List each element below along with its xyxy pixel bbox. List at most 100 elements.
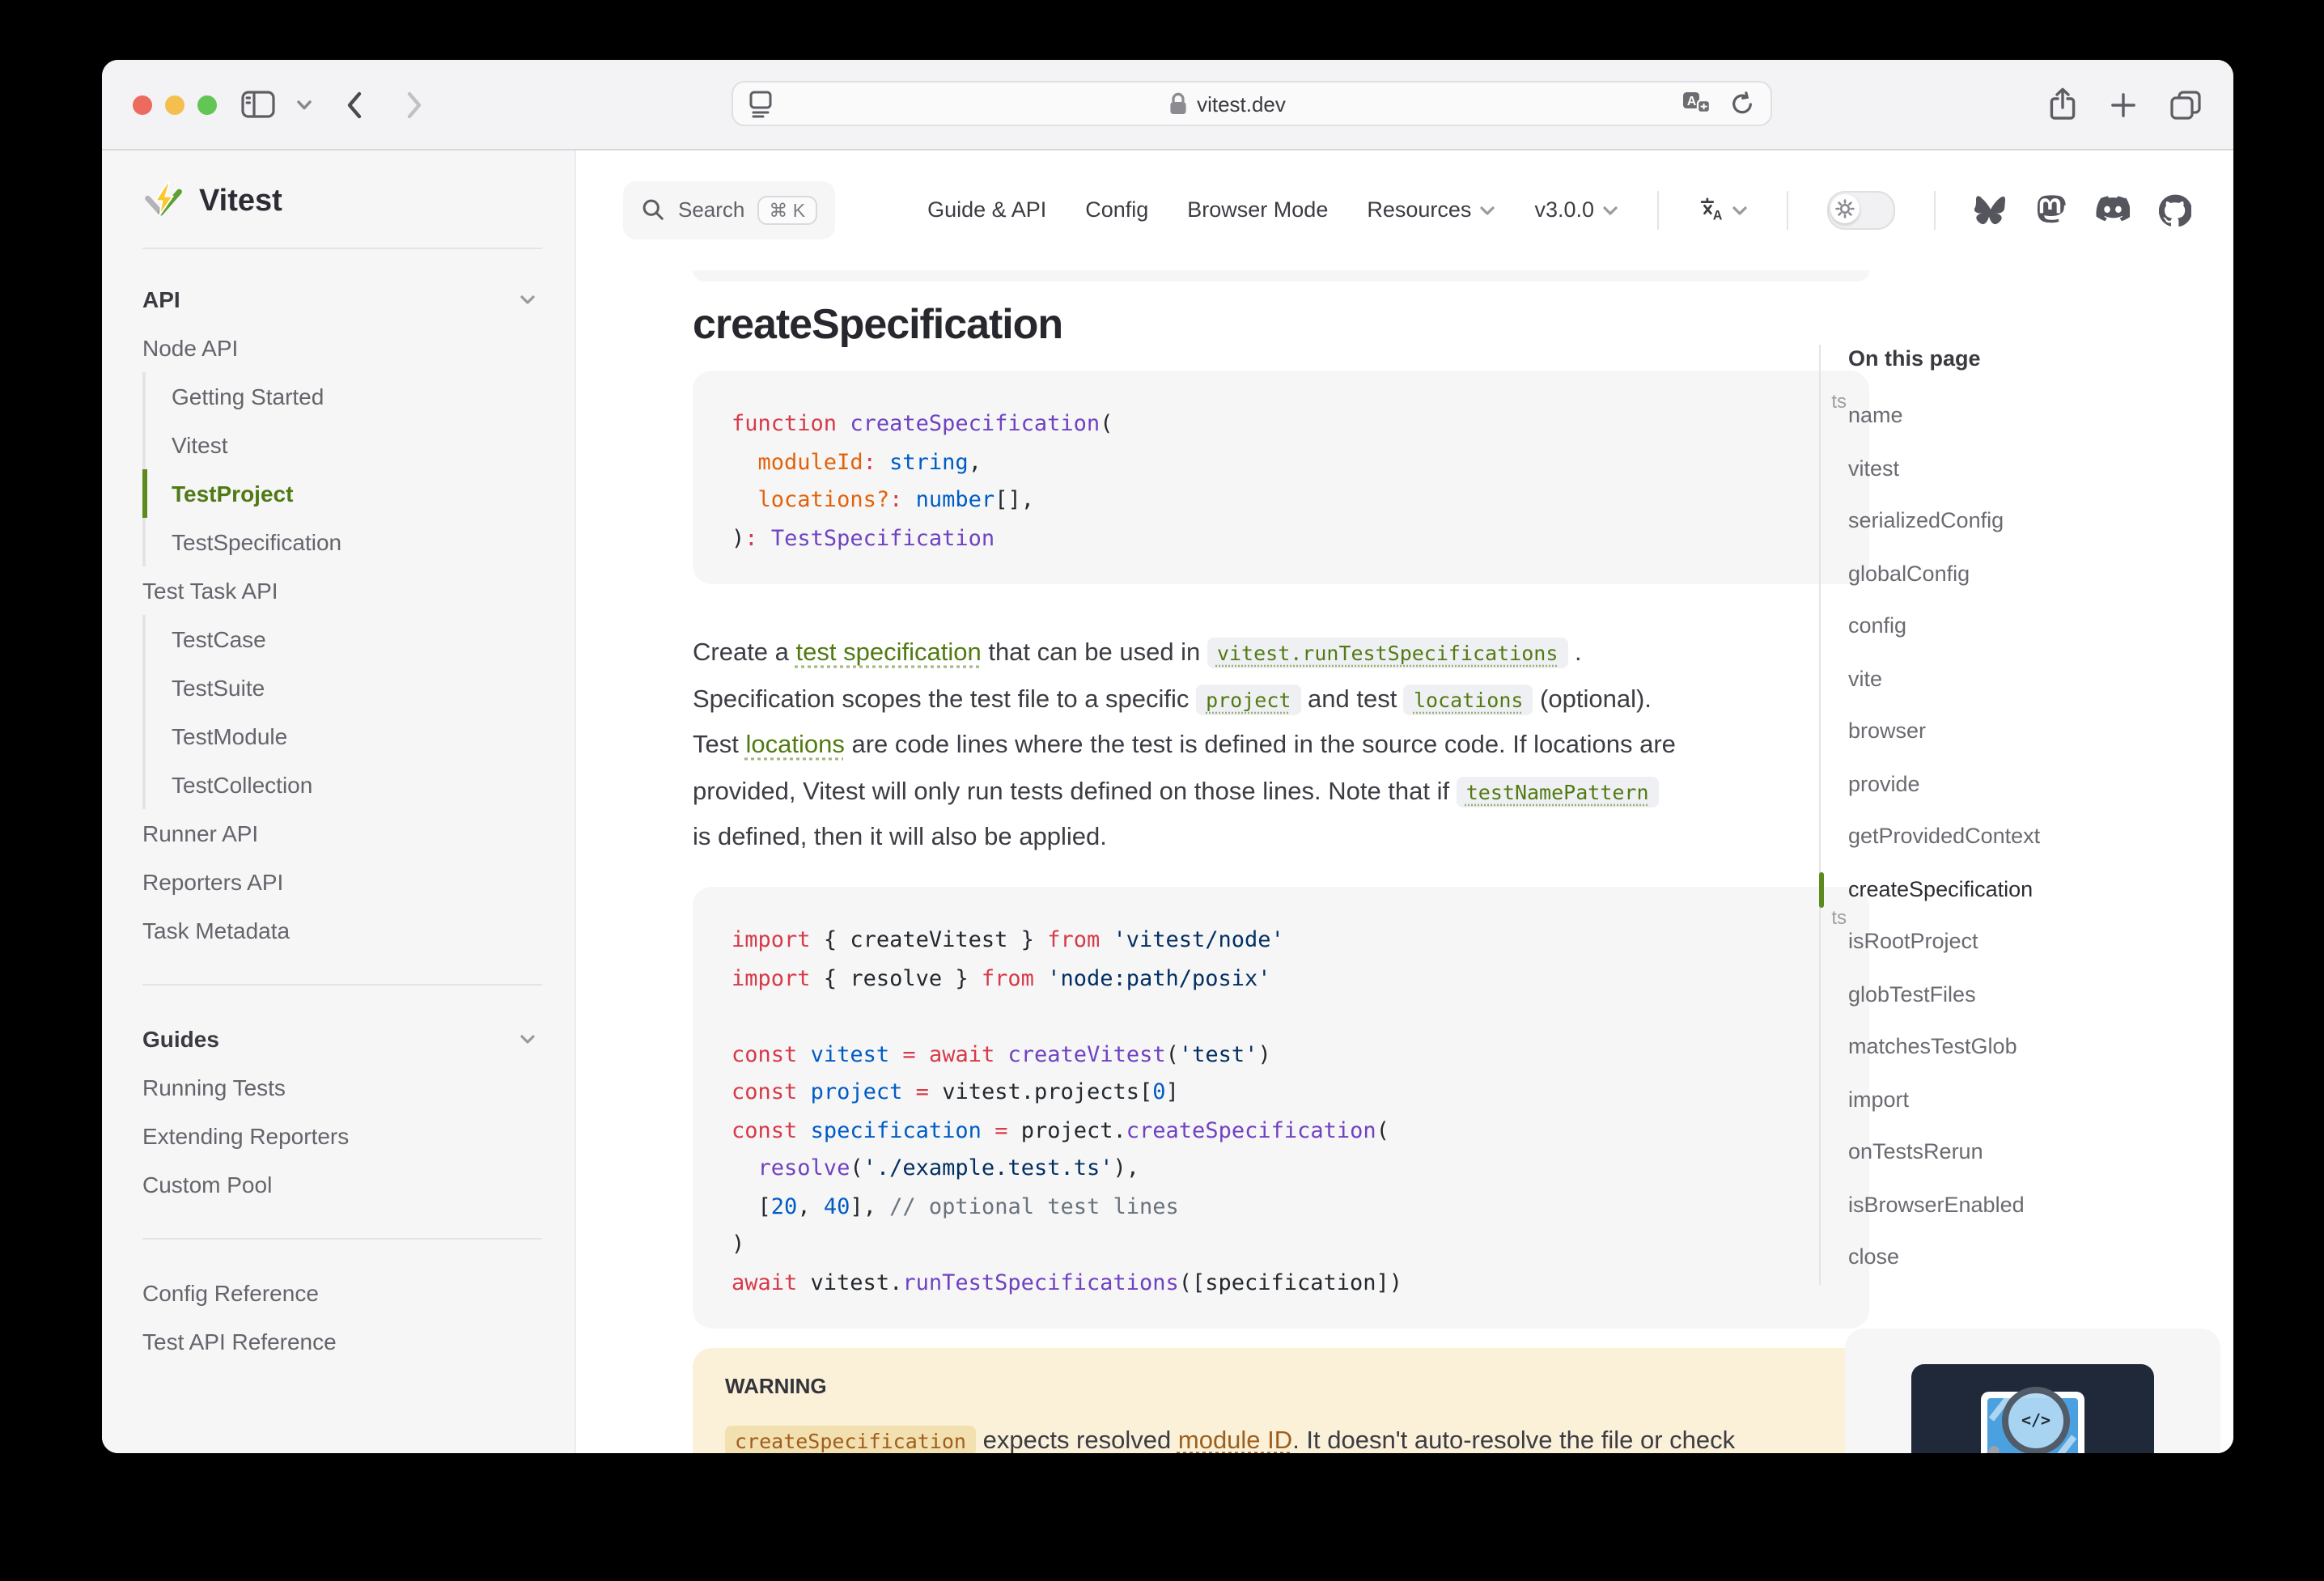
sidebar-item-label: Node API [142, 335, 238, 361]
page-heading: createSpecification [693, 299, 1869, 348]
chevron-down-icon[interactable] [296, 98, 312, 111]
url-text: vitest.dev [1197, 91, 1286, 116]
chevron-down-icon [1479, 201, 1495, 218]
nav-links: Guide & API Config Browser Mode Resources v3… [927, 197, 1618, 222]
discord-icon[interactable] [2096, 196, 2130, 223]
sidebar-toggle-icon[interactable] [241, 91, 275, 118]
toc-item-matchestestglob[interactable]: matchesTestGlob [1848, 1021, 2207, 1074]
sidebar-item-config-reference[interactable]: Config Reference [142, 1269, 542, 1317]
on-this-page: On this page namevitestserializedConfigg… [1819, 345, 2207, 1284]
svg-text:A: A [1687, 95, 1697, 108]
close-window-button[interactable] [133, 95, 152, 114]
github-icon[interactable] [2159, 193, 2191, 226]
main-area: Search ⌘ K Guide & API Config Browser Mode… [576, 150, 2233, 1453]
new-tab-icon[interactable] [2110, 91, 2136, 117]
inline-code-link[interactable]: locations [1404, 684, 1533, 714]
code-line: moduleId: string, [732, 444, 1830, 482]
sidebar-item-testspecification[interactable]: TestSpecification [142, 518, 542, 566]
sidebar-item-label: API [142, 286, 180, 312]
sidebar-item-api[interactable]: API [142, 275, 542, 324]
inline-code-link[interactable]: vitest.runTestSpecifications [1207, 638, 1567, 668]
sidebar-item-test-task-api[interactable]: Test Task API [142, 566, 542, 615]
address-bar[interactable]: vitest.dev A [732, 81, 1772, 126]
toc-item-name[interactable]: name [1848, 390, 2207, 443]
toc-item-config[interactable]: config [1848, 600, 2207, 653]
toc-item-createspecification[interactable]: createSpecification [1848, 863, 2207, 916]
sidebar-item-test-api-reference[interactable]: Test API Reference [142, 1317, 542, 1366]
toc-item-vitest[interactable]: vitest [1848, 443, 2207, 495]
toc-item-getprovidedcontext[interactable]: getProvidedContext [1848, 811, 2207, 863]
sidebar-item-testcase[interactable]: TestCase [142, 615, 542, 663]
sidebar-item-node-api[interactable]: Node API [142, 324, 542, 372]
tab-overview-icon[interactable] [2170, 90, 2201, 119]
sidebar-item-guides[interactable]: Guides [142, 1015, 542, 1063]
sidebar-item-running-tests[interactable]: Running Tests [142, 1063, 542, 1112]
traffic-lights [133, 60, 217, 149]
toc-item-serializedconfig[interactable]: serializedConfig [1848, 495, 2207, 548]
sidebar-item-testmodule[interactable]: TestModule [142, 712, 542, 761]
nav-link-browser-mode[interactable]: Browser Mode [1187, 197, 1328, 222]
search-shortcut: ⌘ K [757, 195, 816, 224]
search-button[interactable]: Search ⌘ K [623, 180, 834, 239]
sidebar-item-label: Getting Started [172, 384, 324, 409]
forward-icon[interactable] [403, 90, 426, 119]
sidebar-item-testproject[interactable]: TestProject [142, 469, 542, 518]
sidebar-item-label: TestSpecification [172, 529, 341, 555]
lock-icon [1168, 91, 1187, 116]
share-icon[interactable] [2049, 87, 2076, 121]
sidebar-item-extending-reporters[interactable]: Extending Reporters [142, 1112, 542, 1160]
reader-icon[interactable] [749, 90, 772, 117]
nav-link-resources[interactable]: Resources [1367, 197, 1495, 222]
toc-item-vite[interactable]: vite [1848, 653, 2207, 706]
nav-link-guide-api[interactable]: Guide & API [927, 197, 1046, 222]
sidebar-item-reporters-api[interactable]: Reporters API [142, 858, 542, 906]
sun-icon [1835, 198, 1855, 218]
sidebar-item-testcollection[interactable]: TestCollection [142, 761, 542, 809]
sidebar-item-task-metadata[interactable]: Task Metadata [142, 906, 542, 955]
language-menu[interactable]: A [1698, 196, 1748, 223]
theme-toggle-knob [1830, 193, 1860, 223]
toc-item-close[interactable]: close [1848, 1231, 2207, 1284]
toc-item-globalconfig[interactable]: globalConfig [1848, 548, 2207, 600]
sponsor-card[interactable]: </> [1845, 1329, 2220, 1453]
sidebar-item-label: TestSuite [172, 675, 265, 701]
text-link[interactable]: locations [745, 731, 844, 759]
theme-toggle[interactable] [1827, 190, 1895, 229]
desktop: vitest.dev A [0, 0, 2324, 1581]
sidebar-item-vitest[interactable]: Vitest [142, 421, 542, 469]
toc-item-isbrowserenabled[interactable]: isBrowserEnabled [1848, 1179, 2207, 1231]
toc-item-import[interactable]: import [1848, 1074, 2207, 1126]
address-bar-actions: A [1682, 91, 1754, 117]
bluesky-icon[interactable] [1974, 195, 2007, 224]
toc-item-isrootproject[interactable]: isRootProject [1848, 916, 2207, 969]
code-line: import { createVitest } from 'vitest/nod… [732, 922, 1830, 960]
toc-item-browser[interactable]: browser [1848, 706, 2207, 758]
toc-item-provide[interactable]: provide [1848, 758, 2207, 811]
reload-icon[interactable] [1730, 91, 1754, 117]
nav-link-label: Config [1085, 197, 1148, 222]
sidebar-item-getting-started[interactable]: Getting Started [142, 372, 542, 421]
sidebar-item-label: Vitest [172, 432, 228, 458]
text-link[interactable]: test specification [796, 639, 982, 667]
inline-code-link[interactable]: project [1196, 684, 1300, 714]
toc-list: namevitestserializedConfigglobalConfigco… [1848, 390, 2207, 1284]
back-icon[interactable] [343, 90, 366, 119]
nav-link-config[interactable]: Config [1085, 197, 1148, 222]
sidebar-item-testsuite[interactable]: TestSuite [142, 663, 542, 712]
mastodon-icon[interactable] [2036, 193, 2067, 226]
minimize-window-button[interactable] [165, 95, 184, 114]
sidebar-item-runner-api[interactable]: Runner API [142, 809, 542, 858]
nav-divider [1787, 190, 1788, 229]
inline-code-link[interactable]: testNamePattern [1457, 776, 1659, 807]
code-line: import { resolve } from 'node:path/posix… [732, 960, 1830, 998]
toc-item-ontestsrerun[interactable]: onTestsRerun [1848, 1126, 2207, 1179]
zoom-window-button[interactable] [197, 95, 217, 114]
vitest-logo[interactable]: Vitest [142, 163, 542, 241]
inline-code: createSpecification [725, 1426, 976, 1453]
sidebar-item-custom-pool[interactable]: Custom Pool [142, 1160, 542, 1209]
translate-icon[interactable]: A [1682, 91, 1711, 117]
text-link[interactable]: module ID [1178, 1427, 1292, 1453]
code-line: const specification = project.createSpec… [732, 1113, 1830, 1151]
nav-link-v3-0-0[interactable]: v3.0.0 [1534, 197, 1618, 222]
toc-item-globtestfiles[interactable]: globTestFiles [1848, 969, 2207, 1021]
